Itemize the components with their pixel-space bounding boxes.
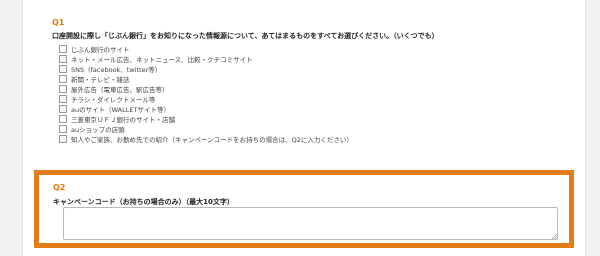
- option-au-shop[interactable]: auショップの店頭: [59, 124, 353, 134]
- checkbox[interactable]: [59, 75, 67, 83]
- option-label: 知人やご家族、お勤め先での紹介（キャンペーンコードをお持ちの場合は、Q2に入力く…: [71, 136, 353, 144]
- option-label: auショップの店頭: [71, 126, 125, 134]
- question-1-text: 口座開設に際し「じぶん銀行」をお知りになった情報源について、あてはまるものをすべ…: [52, 32, 439, 40]
- checkbox[interactable]: [59, 85, 67, 93]
- option-label: ネット・メール広告、ネットニュース、比較・クチコミサイト: [71, 56, 253, 64]
- option-flyer-dm[interactable]: チラシ・ダイレクトメール等: [59, 94, 353, 104]
- option-outdoor-ads[interactable]: 屋外広告（電車広告、駅広告等）: [59, 84, 353, 94]
- resize-grip-icon[interactable]: [551, 233, 557, 239]
- question-2-label: Q2: [53, 183, 66, 192]
- option-newspaper-tv[interactable]: 新聞・テレビ・雑誌: [59, 74, 353, 84]
- checkbox[interactable]: [59, 65, 67, 73]
- option-mufg[interactable]: 三菱東京ＵＦＪ銀行のサイト・店舗: [59, 114, 353, 124]
- option-net-ads[interactable]: ネット・メール広告、ネットニュース、比較・クチコミサイト: [59, 54, 353, 64]
- option-referral[interactable]: 知人やご家族、お勤め先での紹介（キャンペーンコードをお持ちの場合は、Q2に入力く…: [59, 134, 353, 144]
- checkbox[interactable]: [59, 45, 67, 53]
- checkbox[interactable]: [59, 95, 67, 103]
- checkbox[interactable]: [59, 125, 67, 133]
- question-1: Q1 口座開設に際し「じぶん銀行」をお知りになった情報源について、あてはまるもの…: [22, 0, 584, 166]
- checkbox[interactable]: [59, 105, 67, 113]
- checkbox[interactable]: [59, 115, 67, 123]
- option-label: SNS（facebook、twitter等）: [71, 66, 162, 74]
- option-jibun-site[interactable]: じぶん銀行のサイト: [59, 44, 353, 54]
- question-2-text: キャンペーンコード（お持ちの場合のみ）（最大10文字）: [53, 198, 234, 206]
- question-2-highlighted: Q2 キャンペーンコード（お持ちの場合のみ）（最大10文字）: [34, 170, 574, 248]
- option-label: 三菱東京ＵＦＪ銀行のサイト・店舗: [71, 116, 175, 124]
- checkbox[interactable]: [59, 55, 67, 63]
- option-label: じぶん銀行のサイト: [71, 46, 130, 54]
- option-au-site[interactable]: auのサイト（WALLETサイト等）: [59, 104, 353, 114]
- question-1-options: じぶん銀行のサイト ネット・メール広告、ネットニュース、比較・クチコミサイト S…: [59, 44, 353, 144]
- option-label: チラシ・ダイレクトメール等: [71, 96, 156, 104]
- option-label: 新聞・テレビ・雑誌: [71, 76, 130, 84]
- question-1-label: Q1: [52, 18, 65, 27]
- checkbox[interactable]: [59, 135, 67, 143]
- option-label: 屋外広告（電車広告、駅広告等）: [71, 86, 169, 94]
- option-label: auのサイト（WALLETサイト等）: [71, 106, 170, 114]
- option-sns[interactable]: SNS（facebook、twitter等）: [59, 64, 353, 74]
- campaign-code-input[interactable]: [63, 207, 558, 240]
